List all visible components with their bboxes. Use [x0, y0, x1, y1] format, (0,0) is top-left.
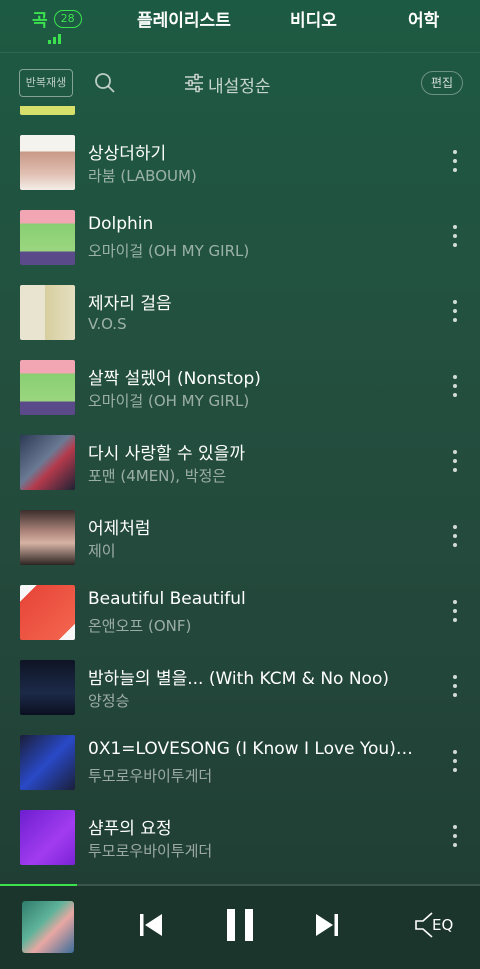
song-artist: 투모로우바이투게더 [88, 842, 213, 860]
song-artist: V.O.S [88, 315, 127, 333]
song-artist: 라붐 (LABOUM) [88, 167, 197, 185]
song-list-item[interactable]: Dolphin 오마이걸 (OH MY GIRL) [0, 200, 480, 275]
song-list-item[interactable]: 살짝 설렜어 (Nonstop) 오마이걸 (OH MY GIRL) [0, 350, 480, 425]
song-title: 살짝 설렜어 (Nonstop) [88, 369, 261, 389]
album-art[interactable] [20, 135, 75, 190]
sort-options-icon[interactable] [184, 73, 204, 93]
song-artist: 온앤오프 (ONF) [88, 617, 192, 635]
song-title: 0X1=LOVESONG (I Know I Love You) f... [88, 739, 418, 759]
eq-label: EQ [432, 916, 454, 934]
song-list-item[interactable]: 0X1=LOVESONG (I Know I Love You) f... 투모로… [0, 725, 480, 800]
now-playing-indicator-icon [48, 34, 61, 44]
song-artist: 제이 [88, 542, 116, 560]
album-art[interactable] [20, 735, 75, 790]
more-options-icon[interactable] [452, 825, 458, 847]
album-art[interactable] [20, 810, 75, 865]
album-art[interactable] [20, 210, 75, 265]
songs-count-badge: 28 [53, 9, 82, 28]
song-list-item[interactable]: 밤하늘의 별을... (With KCM & No Noo) 양정승 [0, 650, 480, 725]
tab-songs-label: 곡 [32, 11, 48, 31]
search-icon[interactable] [94, 72, 116, 94]
tab-video[interactable]: 비디오 [290, 6, 337, 31]
song-title: 밤하늘의 별을... (With KCM & No Noo) [88, 669, 389, 689]
previous-track-icon[interactable] [136, 908, 166, 942]
song-list-item[interactable]: 어제처럼제이 [0, 500, 480, 575]
song-artist: 투모로우바이투게더 [88, 767, 213, 785]
eq-button[interactable]: EQ [414, 910, 460, 940]
list-toolbar: 반복재생 내설정순 편집 [0, 62, 480, 104]
song-title: Dolphin [88, 214, 154, 234]
album-art [20, 106, 75, 115]
song-list-item[interactable]: 상상더하기라붐 (LABOUM) [0, 125, 480, 200]
sort-label[interactable]: 내설정순 [208, 72, 271, 97]
repeat-button[interactable]: 반복재생 [19, 69, 73, 97]
song-list-item[interactable]: 다시 사랑할 수 있을까포맨 (4MEN), 박정은 [0, 425, 480, 500]
song-list[interactable]: 상상더하기라붐 (LABOUM) Dolphin 오마이걸 (OH MY GIRL)… [0, 106, 480, 882]
tab-songs[interactable]: 곡 28 [32, 6, 82, 31]
now-playing-album-art[interactable] [22, 901, 74, 953]
more-options-icon[interactable] [452, 600, 458, 622]
song-artist: 오마이걸 (OH MY GIRL) [88, 242, 250, 260]
more-options-icon[interactable] [452, 225, 458, 247]
song-title: 샴푸의 요정 [88, 819, 172, 839]
song-list-item[interactable]: Beautiful Beautiful 온앤오프 (ONF) [0, 575, 480, 650]
tabs-divider [0, 52, 480, 53]
more-options-icon[interactable] [452, 525, 458, 547]
list-item-partial[interactable] [0, 106, 480, 125]
song-title: 어제처럼 [88, 519, 151, 539]
song-title: 제자리 걸음 [88, 294, 172, 314]
more-options-icon[interactable] [452, 450, 458, 472]
album-art[interactable] [20, 360, 75, 415]
more-options-icon[interactable] [452, 150, 458, 172]
song-list-item[interactable]: 제자리 걸음 V.O.S [0, 275, 480, 350]
song-artist: 오마이걸 (OH MY GIRL) [88, 392, 250, 410]
mini-player: EQ [0, 886, 480, 969]
pause-icon[interactable] [223, 906, 257, 944]
more-options-icon[interactable] [452, 375, 458, 397]
next-track-icon[interactable] [312, 908, 342, 942]
album-art[interactable] [20, 585, 75, 640]
more-options-icon[interactable] [452, 300, 458, 322]
more-options-icon[interactable] [452, 750, 458, 772]
song-title: 다시 사랑할 수 있을까 [88, 444, 245, 464]
top-tab-bar: 곡 28 플레이리스트 비디오 어학 [0, 0, 480, 53]
album-art[interactable] [20, 510, 75, 565]
more-options-icon[interactable] [452, 675, 458, 697]
tab-language[interactable]: 어학 [408, 6, 439, 31]
album-art[interactable] [20, 660, 75, 715]
song-title: 상상더하기 [88, 144, 167, 164]
edit-button[interactable]: 편집 [421, 71, 463, 95]
album-art[interactable] [20, 435, 75, 490]
song-list-item[interactable]: 샴푸의 요정투모로우바이투게더 [0, 800, 480, 875]
tab-playlist[interactable]: 플레이리스트 [137, 6, 231, 31]
song-artist: 포맨 (4MEN), 박정은 [88, 467, 227, 485]
song-artist: 양정승 [88, 692, 130, 710]
album-art[interactable] [20, 285, 75, 340]
song-title: Beautiful Beautiful [88, 589, 246, 609]
